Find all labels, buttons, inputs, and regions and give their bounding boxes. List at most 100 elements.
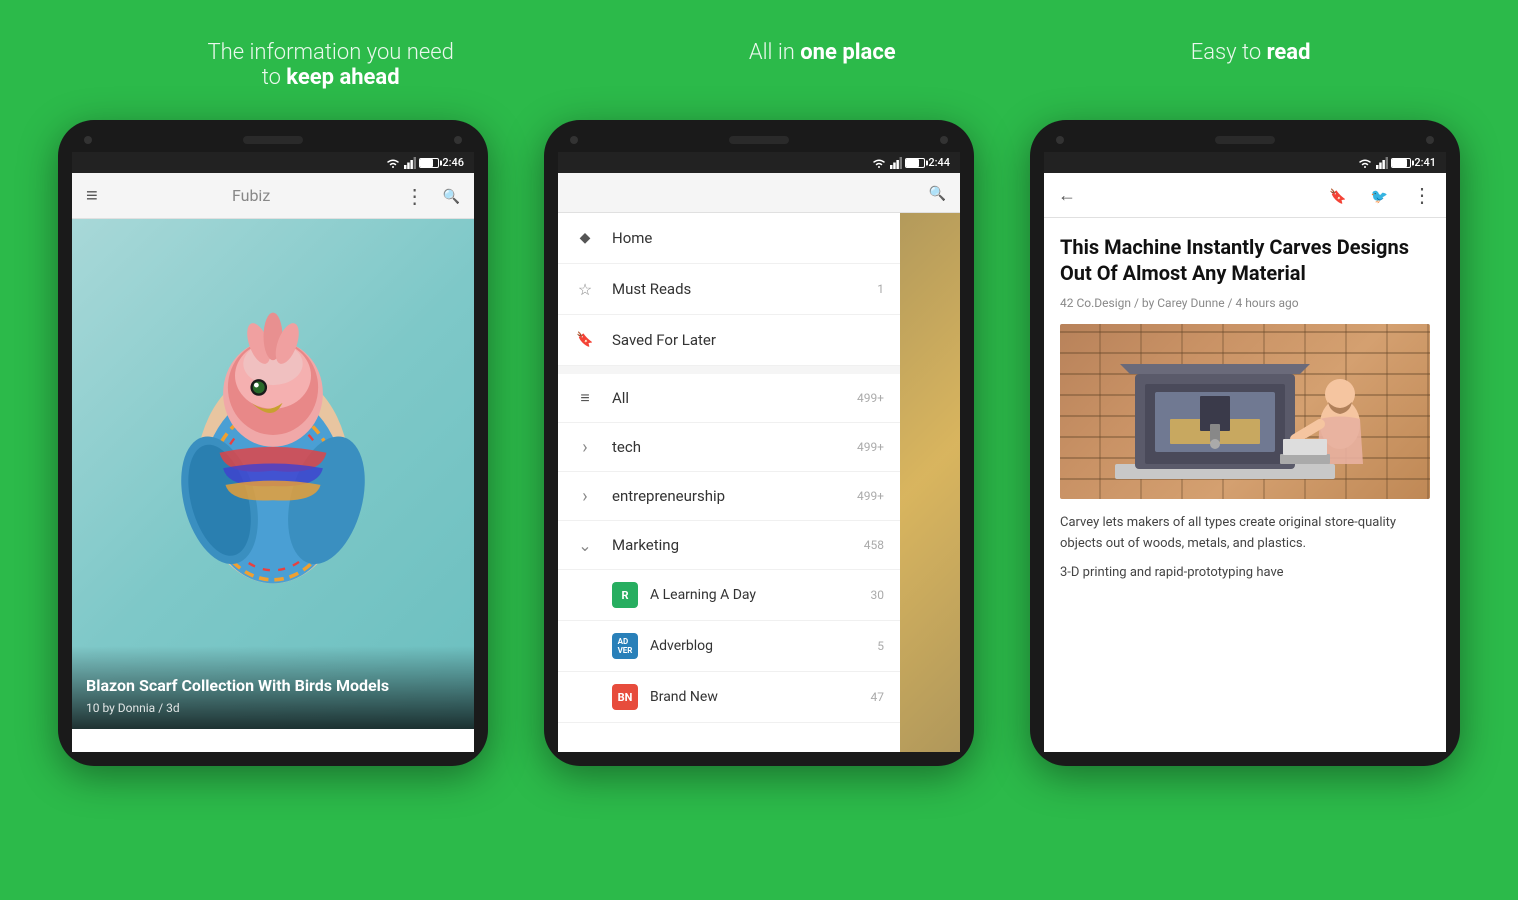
phone-2-status-icons: 2:44: [871, 156, 950, 169]
parrot-illustration: [143, 239, 403, 619]
phone-2-time: 2:44: [928, 156, 950, 169]
phone-1-app-bar: Fubiz: [72, 173, 474, 219]
phone-1: 2:46 Fubiz: [58, 120, 488, 766]
phone-2-app-bar: [558, 173, 960, 213]
star-icon: [574, 278, 596, 300]
app-bar-title: Fubiz: [108, 186, 395, 205]
nav-item-saved[interactable]: Saved For Later: [558, 315, 900, 366]
article-body-2: 3-D printing and rapid-prototyping have: [1060, 563, 1430, 584]
nav-r-label: A Learning A Day: [650, 587, 859, 603]
wifi-icon: [385, 157, 401, 169]
tagline-3-bold: read: [1267, 40, 1311, 65]
nav-r-badge: 30: [871, 588, 885, 602]
chevron-right-icon-ent: [574, 485, 596, 507]
tagline-3-before: Easy to: [1191, 40, 1267, 65]
phone-2-camera: [570, 136, 578, 144]
phone-3-app-bar: [1044, 173, 1446, 218]
phone-3: 2:41 This Machine Instantly Carves Desig…: [1030, 120, 1460, 766]
nav-marketing-badge: 458: [864, 538, 884, 552]
search-icon-2[interactable]: [929, 183, 946, 202]
nav-bn-badge: 47: [871, 690, 885, 704]
nav-tech-badge: 499+: [857, 440, 884, 454]
drawer-content: Home Must Reads 1 Saved For Later: [558, 213, 900, 752]
tagline-1: The information you need to keep ahead: [208, 40, 454, 90]
nav-ent-badge: 499+: [857, 489, 884, 503]
more-icon[interactable]: [405, 184, 425, 208]
nav-sub-item-adv[interactable]: ADVER Adverblog 5: [558, 621, 900, 672]
phone-1-camera-right: [454, 136, 462, 144]
article-content: This Machine Instantly Carves Designs Ou…: [1044, 218, 1446, 607]
machine-illustration: [1060, 324, 1430, 499]
nav-adv-label: Adverblog: [650, 638, 865, 654]
nav-item-entrepreneurship[interactable]: entrepreneurship 499+: [558, 472, 900, 521]
battery-icon-2: [905, 158, 925, 168]
battery-icon: [419, 158, 439, 168]
channel-adv-icon: ADVER: [612, 633, 638, 659]
phone-3-top-bar: [1044, 134, 1446, 152]
article-caption-title: Blazon Scarf Collection With Birds Model…: [86, 676, 460, 697]
nav-all-badge: 499+: [857, 391, 884, 405]
back-icon[interactable]: [1058, 185, 1076, 206]
more-icon-reader[interactable]: [1412, 183, 1432, 207]
nav-saved-label: Saved For Later: [612, 331, 884, 349]
chevron-down-icon-marketing: [574, 534, 596, 556]
nav-drawer: Home Must Reads 1 Saved For Later: [558, 213, 960, 752]
tagline-1-bold: keep ahead: [286, 65, 399, 90]
article-title: This Machine Instantly Carves Designs Ou…: [1060, 234, 1430, 286]
wifi-icon-2: [871, 157, 887, 169]
wifi-icon-3: [1357, 157, 1373, 169]
nav-tech-label: tech: [612, 438, 841, 456]
cnc-machine-svg: [1095, 324, 1395, 499]
article-reader-content: This Machine Instantly Carves Designs Ou…: [1044, 218, 1446, 752]
phone-3-camera: [1056, 136, 1064, 144]
battery-icon-3: [1391, 158, 1411, 168]
search-icon[interactable]: [443, 186, 460, 205]
list-icon: [574, 387, 596, 409]
phone-1-article-image: Blazon Scarf Collection With Birds Model…: [72, 219, 474, 729]
phone-2: 2:44 Home Must Re: [544, 120, 974, 766]
twitter-icon[interactable]: [1371, 186, 1388, 205]
phone-1-camera: [84, 136, 92, 144]
phone-3-status-bar: 2:41: [1044, 152, 1446, 173]
phone-1-time: 2:46: [442, 156, 464, 169]
taglines-row: The information you need to keep ahead A…: [0, 0, 1518, 120]
nav-bn-label: Brand New: [650, 689, 859, 705]
phones-row: 2:46 Fubiz: [0, 120, 1518, 766]
tagline-1-line1: The information you need: [208, 40, 454, 65]
phone-1-status-icons: 2:46: [385, 156, 464, 169]
phone-1-screen: 2:46 Fubiz: [72, 152, 474, 752]
nav-must-reads-label: Must Reads: [612, 280, 861, 298]
phone-3-screen: 2:41 This Machine Instantly Carves Desig…: [1044, 152, 1446, 752]
phone-2-top-bar: [558, 134, 960, 152]
nav-separator: [558, 366, 900, 374]
tagline-2: All in one place: [749, 40, 896, 90]
phone-3-speaker: [1215, 136, 1275, 144]
nav-item-marketing[interactable]: Marketing 458: [558, 521, 900, 570]
tagline-3: Easy to read: [1191, 40, 1311, 90]
phone-3-status-icons: 2:41: [1357, 156, 1436, 169]
bookmark-icon: [574, 329, 596, 351]
tagline-2-bold: one place: [800, 40, 895, 65]
nav-adv-badge: 5: [877, 639, 884, 653]
signal-icon: [404, 157, 416, 169]
nav-must-reads-badge: 1: [877, 282, 884, 296]
nav-sub-item-r[interactable]: R A Learning A Day 30: [558, 570, 900, 621]
phone-2-screen: 2:44 Home Must Re: [558, 152, 960, 752]
nav-sub-item-bn[interactable]: BN Brand New 47: [558, 672, 900, 723]
nav-item-all[interactable]: All 499+: [558, 374, 900, 423]
nav-ent-label: entrepreneurship: [612, 487, 841, 505]
phone-3-camera-right: [1426, 136, 1434, 144]
bookmark-icon-reader[interactable]: [1329, 186, 1346, 205]
article-byline: 42 Co.Design / by Carey Dunne / 4 hours …: [1060, 296, 1430, 310]
nav-item-home[interactable]: Home: [558, 213, 900, 264]
phone-2-speaker: [729, 136, 789, 144]
tagline-2-before: All in: [749, 40, 800, 65]
nav-item-tech[interactable]: tech 499+: [558, 423, 900, 472]
phone-1-top-bar: [72, 134, 474, 152]
tagline-1-line2-before: to: [262, 65, 287, 90]
nav-home-label: Home: [612, 229, 884, 247]
article-main-image: [1060, 324, 1430, 499]
phone-1-speaker: [243, 136, 303, 144]
nav-item-must-reads[interactable]: Must Reads 1: [558, 264, 900, 315]
menu-icon[interactable]: [86, 183, 98, 208]
